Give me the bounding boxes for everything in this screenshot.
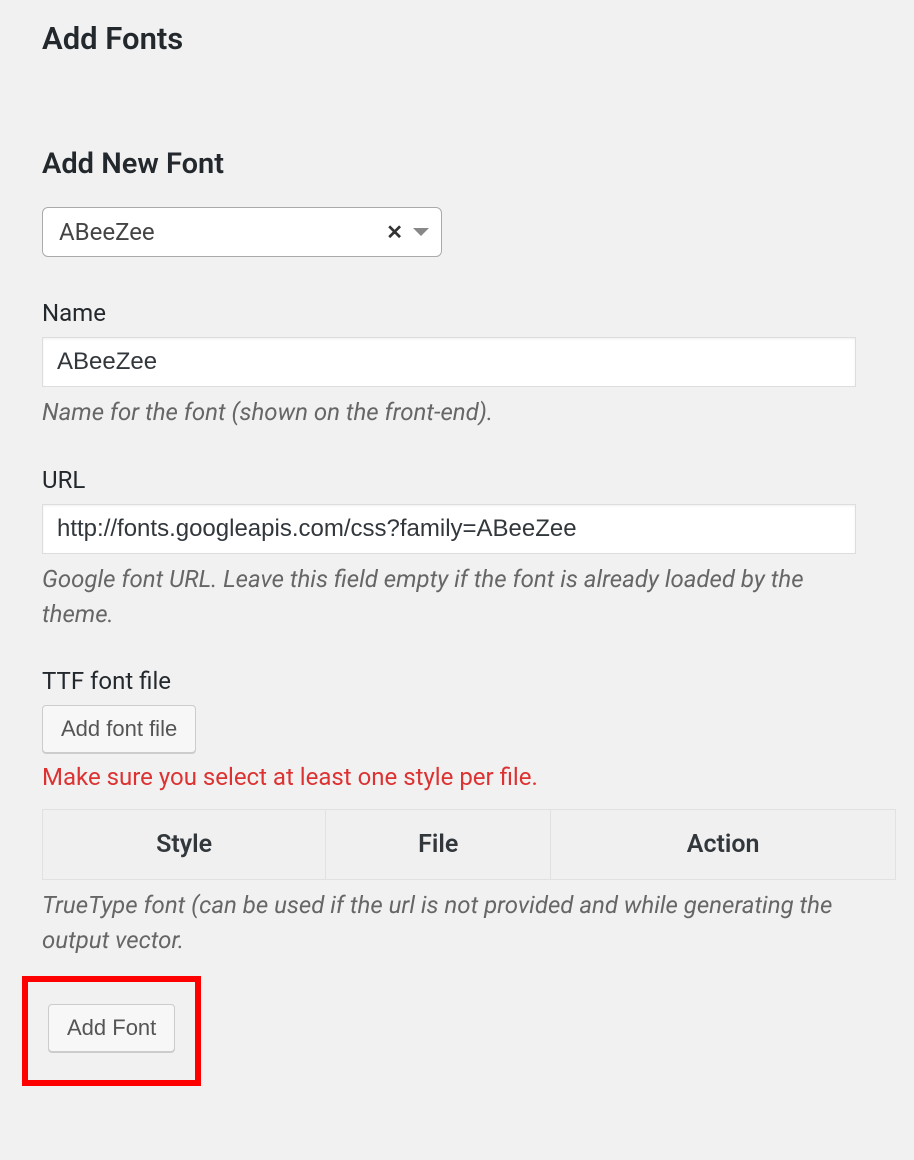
ttf-table-header-action: Action (551, 810, 896, 880)
ttf-label: TTF font file (42, 667, 872, 695)
url-label: URL (42, 466, 872, 494)
ttf-table: Style File Action (42, 809, 896, 880)
url-input[interactable] (42, 504, 856, 554)
name-input[interactable] (42, 337, 856, 387)
name-field-block: Name Name for the font (shown on the fro… (42, 299, 872, 430)
url-description: Google font URL. Leave this field empty … (42, 562, 856, 632)
ttf-table-header-file: File (326, 810, 551, 880)
add-font-file-button[interactable]: Add font file (42, 705, 196, 753)
ttf-description: TrueType font (can be used if the url is… (42, 888, 856, 958)
section-title: Add New Font (42, 147, 872, 181)
chevron-down-icon[interactable] (413, 228, 429, 236)
page-title: Add Fonts (42, 20, 872, 57)
ttf-table-header-style: Style (43, 810, 326, 880)
url-field-block: URL Google font URL. Leave this field em… (42, 466, 872, 632)
add-font-button[interactable]: Add Font (48, 1004, 175, 1052)
highlight-annotation: Add Font (22, 976, 201, 1086)
font-select[interactable]: ABeeZee ✕ (42, 207, 442, 257)
name-description: Name for the font (shown on the front-en… (42, 395, 856, 430)
font-select-value: ABeeZee (59, 218, 386, 246)
clear-icon[interactable]: ✕ (386, 220, 403, 244)
name-label: Name (42, 299, 872, 327)
ttf-field-block: TTF font file Add font file Make sure yo… (42, 667, 872, 958)
ttf-error: Make sure you select at least one style … (42, 763, 872, 791)
